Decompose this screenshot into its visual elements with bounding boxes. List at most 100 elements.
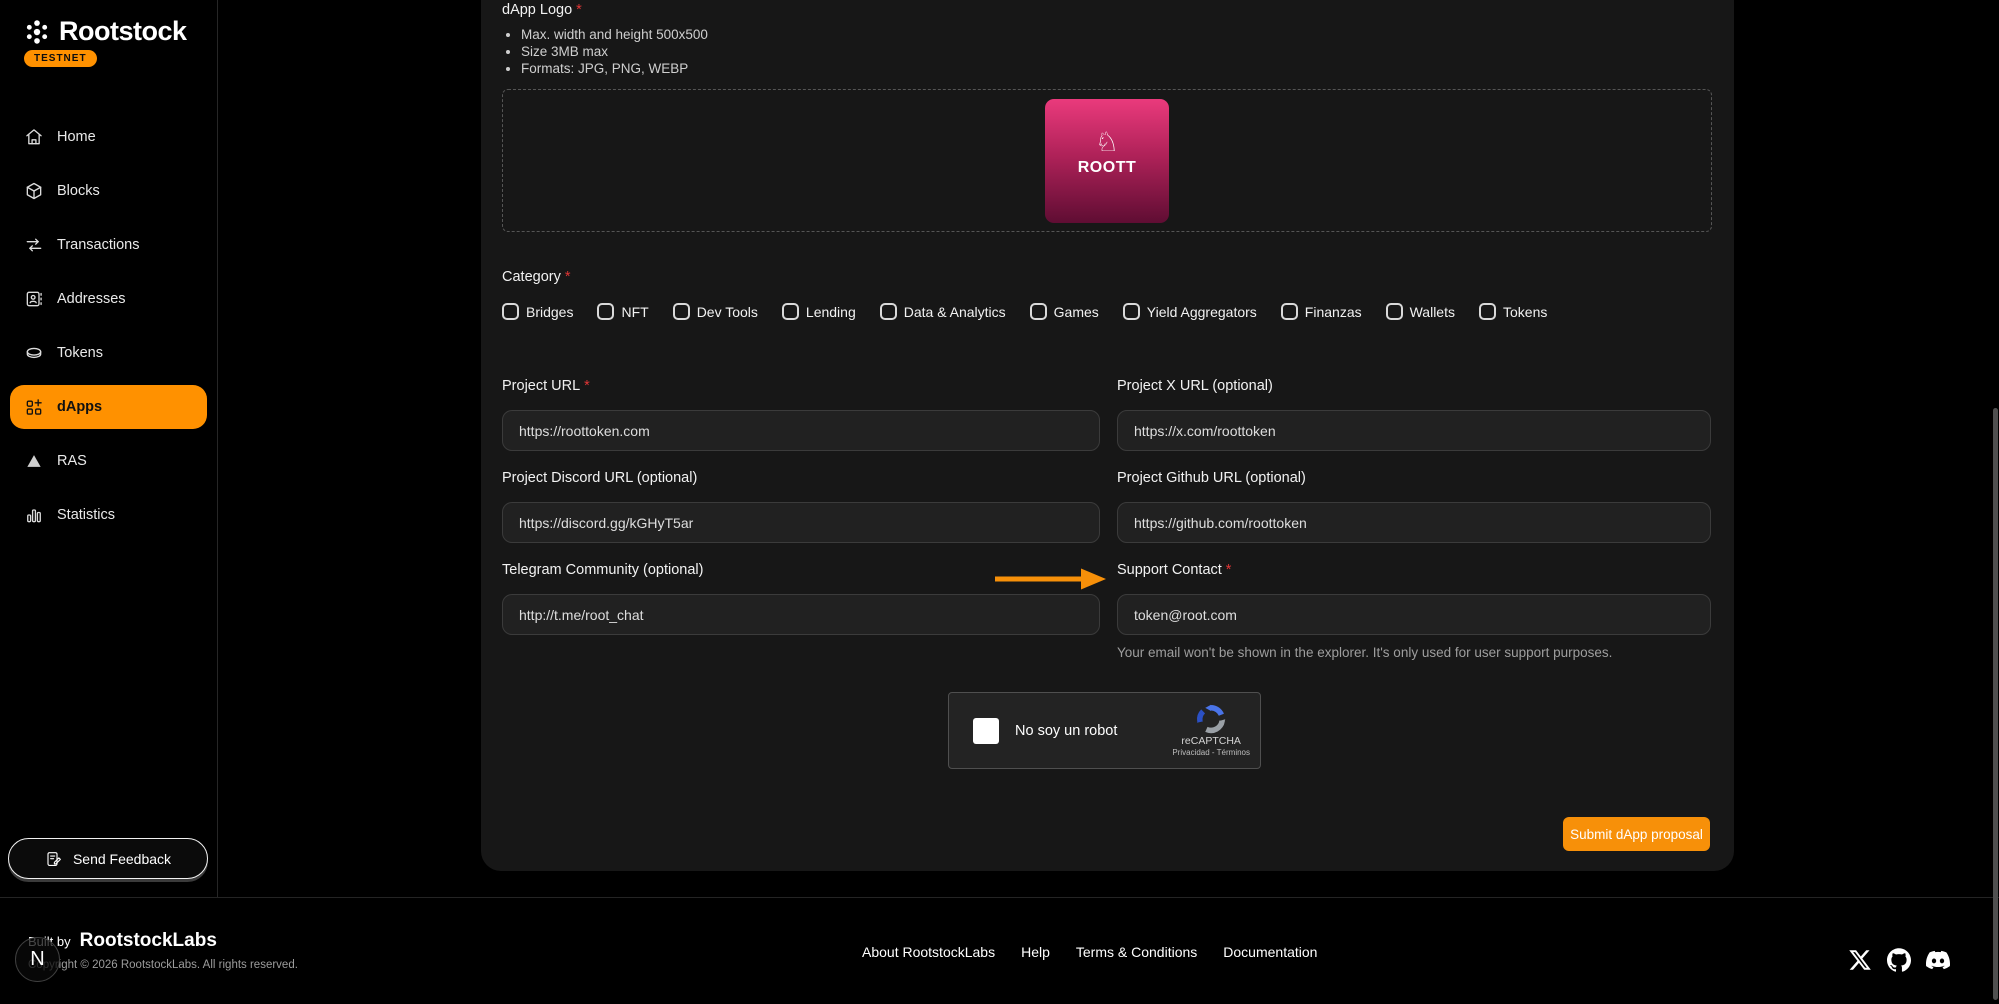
recaptcha-privacy-terms[interactable]: Privacidad - Términos — [1172, 748, 1250, 757]
github-icon[interactable] — [1887, 948, 1911, 972]
telegram-community-input[interactable] — [502, 594, 1100, 635]
sidebar: Rootstock TESTNET Home Blocks Transactio… — [0, 0, 217, 897]
submit-dapp-proposal-button[interactable]: Submit dApp proposal — [1563, 817, 1710, 851]
sidebar-item-label: Statistics — [57, 507, 115, 523]
checkbox[interactable] — [1281, 303, 1298, 320]
project-x-url-input[interactable] — [1117, 410, 1711, 451]
support-contact-input[interactable] — [1117, 594, 1711, 635]
category-option-label: Dev Tools — [697, 304, 758, 320]
footer-link-help[interactable]: Help — [1021, 944, 1050, 960]
footer-link-terms[interactable]: Terms & Conditions — [1076, 944, 1197, 960]
category-option-yield-aggregators[interactable]: Yield Aggregators — [1123, 303, 1257, 320]
sidebar-item-addresses[interactable]: Addresses — [0, 272, 217, 326]
recaptcha-brand-name: reCAPTCHA — [1181, 735, 1241, 747]
logo-rule: Max. width and height 500x500 — [521, 26, 708, 43]
x-icon[interactable] — [1848, 948, 1872, 972]
project-url-label: Project URL* — [502, 378, 1100, 394]
sidebar-item-label: Addresses — [57, 291, 126, 307]
logo-rule: Size 3MB max — [521, 43, 708, 60]
category-option-dev-tools[interactable]: Dev Tools — [673, 303, 758, 320]
checkbox[interactable] — [880, 303, 897, 320]
logo-preview-tile: ♘ ROOTT — [1045, 99, 1169, 223]
sidebar-item-statistics[interactable]: Statistics — [0, 488, 217, 542]
footer-social-icons — [1848, 948, 1950, 972]
category-option-label: Lending — [806, 304, 856, 320]
sidebar-item-label: Home — [57, 129, 96, 145]
category-option-nft[interactable]: NFT — [597, 303, 648, 320]
project-x-url-label: Project X URL (optional) — [1117, 378, 1711, 394]
category-option-label: Data & Analytics — [904, 304, 1006, 320]
recaptcha-widget: No soy un robot reCAPTCHA Privacidad - T… — [948, 692, 1261, 769]
checkbox[interactable] — [1386, 303, 1403, 320]
project-github-url-input[interactable] — [1117, 502, 1711, 543]
sidebar-item-transactions[interactable]: Transactions — [0, 218, 217, 272]
checkbox[interactable] — [782, 303, 799, 320]
sidebar-item-label: Blocks — [57, 183, 100, 199]
project-github-url-field: Project Github URL (optional) — [1117, 470, 1711, 543]
checkbox[interactable] — [1030, 303, 1047, 320]
send-feedback-label: Send Feedback — [73, 851, 171, 867]
overlay-n-bubble[interactable]: N — [15, 937, 60, 982]
logo-rules-list: Max. width and height 500x500 Size 3MB m… — [521, 26, 708, 77]
checkbox[interactable] — [597, 303, 614, 320]
coin-icon — [24, 343, 44, 363]
project-url-input[interactable] — [502, 410, 1100, 451]
sidebar-item-home[interactable]: Home — [0, 110, 217, 164]
category-option-label: Bridges — [526, 304, 573, 320]
category-option-games[interactable]: Games — [1030, 303, 1099, 320]
category-option-tokens[interactable]: Tokens — [1479, 303, 1547, 320]
logo-preview-name: ROOTT — [1078, 159, 1137, 177]
category-option-wallets[interactable]: Wallets — [1386, 303, 1455, 320]
scrollbar-thumb[interactable] — [1993, 408, 1998, 1000]
category-option-lending[interactable]: Lending — [782, 303, 856, 320]
checkbox[interactable] — [1479, 303, 1496, 320]
project-x-url-field: Project X URL (optional) — [1117, 378, 1711, 451]
category-option-label: Tokens — [1503, 304, 1547, 320]
dapp-logo-label: dApp Logo* — [502, 2, 582, 18]
category-option-finanzas[interactable]: Finanzas — [1281, 303, 1362, 320]
checkbox[interactable] — [1123, 303, 1140, 320]
category-label: Category* — [502, 269, 571, 285]
project-github-url-label: Project Github URL (optional) — [1117, 470, 1711, 486]
rootstock-logo[interactable]: Rootstock — [22, 16, 187, 47]
required-asterisk: * — [1226, 562, 1232, 578]
footer-brand-name[interactable]: RootstockLabs — [80, 930, 217, 952]
testnet-badge: TESTNET — [24, 50, 97, 67]
category-option-data-analytics[interactable]: Data & Analytics — [880, 303, 1006, 320]
footer-link-about[interactable]: About RootstockLabs — [862, 944, 995, 960]
category-option-label: Finanzas — [1305, 304, 1362, 320]
recaptcha-checkbox[interactable] — [973, 718, 999, 744]
sidebar-item-dapps[interactable]: dApps — [10, 385, 207, 429]
copyright-text: Copyright © 2026 RootstockLabs. All righ… — [28, 959, 298, 971]
category-option-label: Games — [1054, 304, 1099, 320]
category-option-label: Yield Aggregators — [1147, 304, 1257, 320]
footer-divider — [0, 897, 1999, 898]
logo-upload-dropzone[interactable]: ♘ ROOTT — [502, 89, 1712, 232]
checkbox[interactable] — [673, 303, 690, 320]
sidebar-item-label: dApps — [57, 399, 102, 415]
discord-icon[interactable] — [1926, 948, 1950, 972]
category-option-label: NFT — [621, 304, 648, 320]
support-contact-helper-text: Your email won't be shown in the explore… — [1117, 645, 1711, 660]
project-discord-url-label: Project Discord URL (optional) — [502, 470, 1100, 486]
recaptcha-checkbox-label: No soy un robot — [1015, 723, 1117, 739]
support-contact-label: Support Contact* — [1117, 562, 1711, 578]
sidebar-item-ras[interactable]: RAS — [0, 434, 217, 488]
footer-link-documentation[interactable]: Documentation — [1223, 944, 1317, 960]
category-option-bridges[interactable]: Bridges — [502, 303, 573, 320]
category-option-label: Wallets — [1410, 304, 1455, 320]
required-asterisk: * — [584, 378, 590, 394]
sidebar-item-blocks[interactable]: Blocks — [0, 164, 217, 218]
checkbox[interactable] — [502, 303, 519, 320]
sidebar-item-tokens[interactable]: Tokens — [0, 326, 217, 380]
sidebar-item-label: Tokens — [57, 345, 103, 361]
required-asterisk: * — [576, 2, 582, 18]
rootstock-flower-icon — [22, 17, 52, 47]
bar-chart-icon — [24, 505, 44, 525]
feedback-note-icon — [45, 850, 63, 868]
send-feedback-button[interactable]: Send Feedback — [8, 838, 208, 879]
home-icon — [24, 127, 44, 147]
knight-icon: ♘ — [1095, 129, 1119, 157]
id-card-icon — [24, 289, 44, 309]
project-discord-url-input[interactable] — [502, 502, 1100, 543]
